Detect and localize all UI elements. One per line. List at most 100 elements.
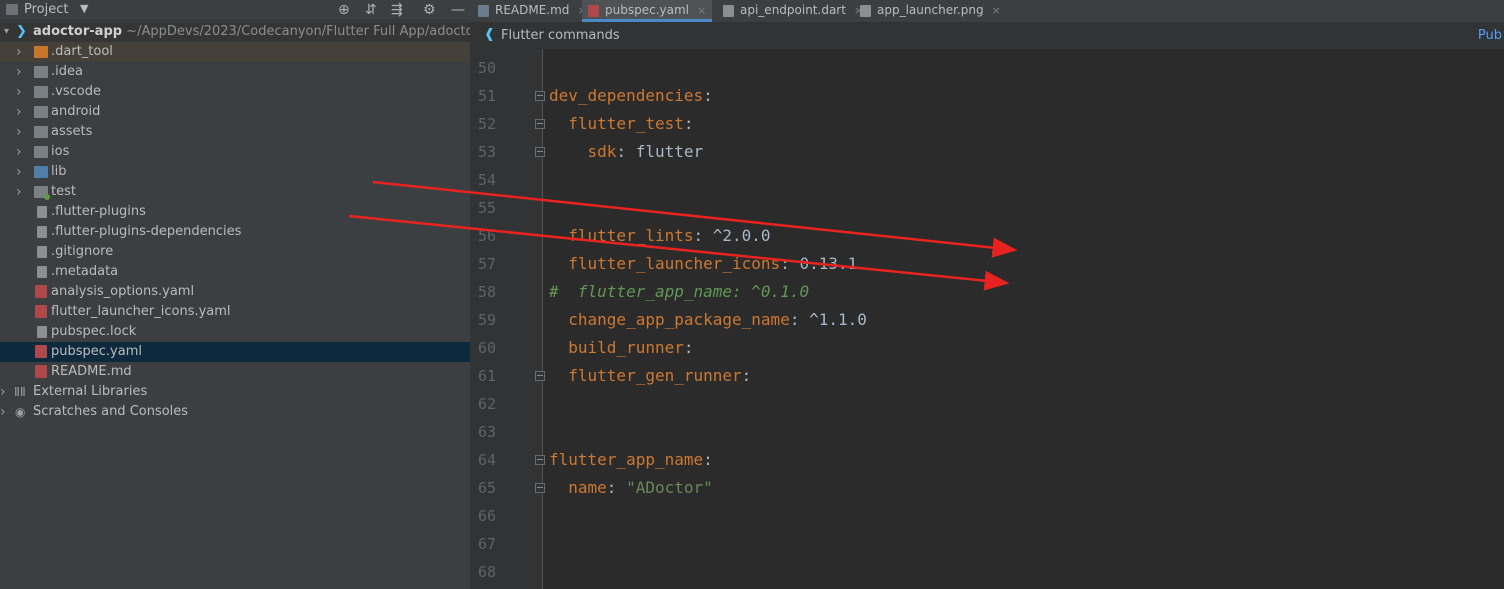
line-number: 65 (477, 479, 496, 497)
line-number: 51 (477, 87, 496, 105)
code-token: name (568, 478, 607, 497)
tree-item-idea[interactable]: › .idea (0, 62, 470, 82)
code-line[interactable]: flutter_gen_runner: (549, 362, 751, 390)
tree-item-metadata[interactable]: .metadata (0, 262, 470, 282)
tree-external-libraries[interactable]: › ⅡⅡ External Libraries (0, 382, 470, 402)
tab-label: README.md (495, 3, 570, 17)
project-panel-title[interactable]: Project (24, 2, 68, 17)
pub-link[interactable]: Pub (1478, 28, 1502, 43)
editor-tabs: README.md×pubspec.yaml×api_endpoint.dart… (470, 0, 1504, 23)
fold-marker-icon[interactable] (535, 147, 545, 157)
library-icon: ⅡⅡ (14, 385, 26, 399)
markdown-file-icon (478, 4, 489, 17)
scratches-label: Scratches and Consoles (33, 404, 189, 419)
close-icon[interactable]: × (697, 4, 706, 17)
yaml-file-icon (588, 4, 599, 17)
tree-item-flutter-plugins-dependencies[interactable]: .flutter-plugins-dependencies (0, 222, 470, 242)
tree-item-label: ios (51, 144, 70, 159)
close-icon[interactable]: × (992, 4, 1001, 17)
fold-marker-icon[interactable] (535, 371, 545, 381)
chevron-right-icon[interactable]: › (16, 162, 22, 182)
tree-item-ios[interactable]: › ios (0, 142, 470, 162)
fold-marker-icon[interactable] (535, 483, 545, 493)
code-line[interactable]: build_runner: (549, 334, 693, 362)
external-libraries-label: External Libraries (33, 384, 148, 399)
chevron-right-icon[interactable]: › (0, 402, 6, 422)
tree-item-label: .gitignore (51, 244, 114, 259)
chevron-right-icon[interactable]: › (16, 122, 22, 142)
tree-item-pubspec-lock[interactable]: pubspec.lock (0, 322, 470, 342)
line-number: 52 (477, 115, 496, 133)
fold-marker-icon[interactable] (535, 119, 545, 129)
chevron-right-icon[interactable]: › (16, 102, 22, 122)
code-line[interactable]: name: "ADoctor" (549, 474, 713, 502)
gear-icon[interactable]: ⚙ (423, 0, 436, 20)
code-line[interactable]: flutter_test: (549, 110, 693, 138)
tab-api-endpoint-dart[interactable]: api_endpoint.dart × (723, 0, 863, 22)
fold-marker-icon[interactable] (535, 455, 545, 465)
tree-item-label: pubspec.yaml (51, 344, 142, 359)
tree-item-test[interactable]: › test (0, 182, 470, 202)
code-line[interactable]: change_app_package_name: ^1.1.0 (549, 306, 867, 334)
folder-icon (34, 126, 48, 138)
fold-marker-icon[interactable] (535, 91, 545, 101)
tree-root-label: adoctor-app ~/AppDevs/2023/Codecanyon/Fl… (33, 22, 470, 42)
collapse-all-icon[interactable]: ⇶ (391, 0, 403, 20)
tree-item-flutter-plugins[interactable]: .flutter-plugins (0, 202, 470, 222)
expand-all-icon[interactable]: ⇵ (365, 0, 377, 20)
chevron-right-icon[interactable]: › (16, 42, 22, 62)
tree-item-readme-md[interactable]: README.md (0, 362, 470, 382)
editor-scrollbar[interactable] (1496, 49, 1504, 589)
minimize-icon[interactable]: — (451, 0, 465, 20)
tab-app-launcher-png[interactable]: app_launcher.png × (860, 0, 1001, 22)
line-number: 54 (477, 171, 496, 189)
tree-item-gitignore[interactable]: .gitignore (0, 242, 470, 262)
code-line[interactable]: flutter_launcher_icons: 0.13.1 (549, 250, 857, 278)
code-line[interactable]: flutter_app_name: (549, 446, 713, 474)
tab-pubspec-yaml[interactable]: pubspec.yaml × (582, 0, 713, 22)
folder-icon (34, 186, 50, 200)
tree-item-lib[interactable]: › lib (0, 162, 470, 182)
expand-arrow-icon[interactable]: ▾ (4, 22, 9, 42)
tree-item-label: .metadata (51, 264, 119, 279)
file-icon (37, 326, 47, 338)
tree-item-dart-tool[interactable]: › .dart_tool (0, 42, 470, 62)
tree-item-android[interactable]: › android (0, 102, 470, 122)
chevron-right-icon[interactable]: › (16, 62, 22, 82)
code-line[interactable]: flutter_lints: ^2.0.0 (549, 222, 770, 250)
code-line[interactable]: # flutter_app_name: ^0.1.0 (549, 278, 809, 306)
code-line[interactable]: sdk: flutter (549, 138, 704, 166)
tree-item-pubspec-yaml[interactable]: pubspec.yaml (0, 342, 470, 362)
flutter-icon: ❯ (16, 24, 27, 39)
code-token: build_runner (568, 338, 684, 357)
target-icon[interactable]: ⊕ (338, 0, 350, 20)
code-line[interactable]: dev_dependencies: (549, 82, 713, 110)
tree-root-adoctor-app[interactable]: ▾ ❯ adoctor-app ~/AppDevs/2023/Codecanyon/… (0, 22, 470, 42)
tree-item-analysis-options-yaml[interactable]: analysis_options.yaml (0, 282, 470, 302)
chevron-right-icon[interactable]: › (16, 182, 22, 202)
tree-item-label: .dart_tool (51, 44, 113, 59)
tree-scratches-and-consoles[interactable]: › ◉ Scratches and Consoles (0, 402, 470, 422)
flutter-commands-label: Flutter commands (501, 28, 620, 43)
tree-item-flutter-launcher-icons-yaml[interactable]: flutter_launcher_icons.yaml (0, 302, 470, 322)
code-token: flutter_gen_runner (568, 366, 742, 385)
tree-item-label: .vscode (51, 84, 101, 99)
tab-readme-md[interactable]: README.md× (478, 0, 587, 22)
chevron-down-icon[interactable]: ▼ (80, 2, 88, 15)
project-icon (6, 4, 18, 15)
chevron-right-icon[interactable]: › (0, 382, 6, 402)
tree-item-vscode[interactable]: › .vscode (0, 82, 470, 102)
code-token: flutter_launcher_icons (568, 254, 781, 273)
tree-item-assets[interactable]: › assets (0, 122, 470, 142)
chevron-right-icon[interactable]: › (16, 142, 22, 162)
code-token: : (703, 450, 713, 469)
file-icon (37, 246, 47, 258)
file-icon (37, 266, 47, 278)
chevron-right-icon[interactable]: › (16, 82, 22, 102)
flutter-icon: ❰ (484, 27, 495, 42)
